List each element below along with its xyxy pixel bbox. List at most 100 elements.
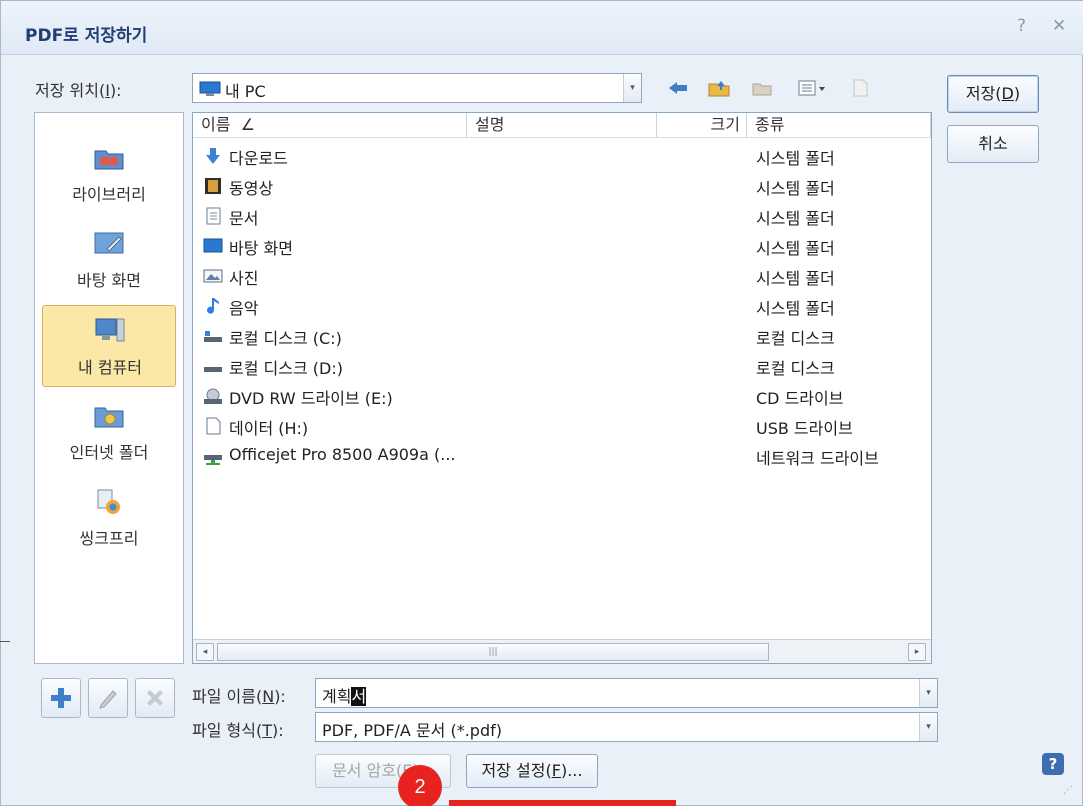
place-label: 인터넷 폴더 (69, 443, 149, 462)
place-label: 라이브러리 (72, 185, 146, 204)
place-library[interactable]: 라이브러리 (42, 133, 176, 215)
filename-selection: 서 (351, 687, 367, 706)
internet-folder-icon (94, 407, 124, 428)
document-icon (206, 207, 221, 225)
file-row-dvd-drive[interactable]: DVD RW 드라이브 (E:) CD 드라이브 (193, 380, 931, 410)
place-internet-folder[interactable]: 인터넷 폴더 (42, 391, 176, 473)
desktop-folder-icon (203, 238, 223, 253)
sort-icon: ∠ (240, 115, 255, 134)
question-icon[interactable]: ? (1042, 753, 1064, 775)
filename-label: 파일 이름(N): (192, 687, 286, 706)
music-icon (207, 298, 219, 314)
file-name: 다운로드 (229, 149, 288, 168)
title-bar: PDF로 저장하기 ? ✕ (1, 1, 1083, 55)
file-name: DVD RW 드라이브 (E:) (229, 389, 393, 408)
delete-button[interactable] (135, 678, 175, 718)
chevron-down-icon[interactable]: ▾ (919, 713, 937, 741)
file-type: CD 드라이브 (756, 389, 844, 408)
video-icon (205, 178, 221, 194)
filetype-select[interactable]: PDF, PDF/A 문서 (*.pdf) ▾ (315, 712, 938, 742)
filetype-value: PDF, PDF/A 문서 (*.pdf) (322, 721, 502, 740)
place-thinkfree[interactable]: 씽크프리 (42, 477, 176, 559)
chevron-down-icon[interactable]: ▾ (623, 74, 641, 102)
filename-field[interactable]: 계획서 ▾ (315, 678, 938, 708)
column-name[interactable]: 이름 ∠ (193, 113, 467, 137)
place-label: 내 컴퓨터 (78, 358, 142, 377)
local-disk-icon (204, 331, 222, 342)
place-my-computer[interactable]: 내 컴퓨터 (42, 305, 176, 387)
my-computer-icon (95, 318, 125, 342)
help-icon[interactable]: ? (1017, 16, 1026, 36)
library-icon (94, 150, 124, 170)
file-row-documents[interactable]: 문서 시스템 폴더 (193, 200, 931, 230)
pencil-icon (99, 690, 117, 709)
file-row-local-disk-d[interactable]: 로컬 디스크 (D:) 로컬 디스크 (193, 350, 931, 380)
location-combo[interactable]: 내 PC ▾ (192, 73, 642, 103)
filename-value: 계획서 (322, 687, 367, 706)
file-name: 데이터 (H:) (229, 419, 309, 438)
edit-button[interactable] (88, 678, 128, 718)
plus-icon (51, 688, 71, 708)
file-type: 시스템 폴더 (756, 299, 835, 318)
file-list[interactable]: 이름 ∠ 설명 크기 종류 다운로드 시스템 폴더 동영상 시스템 폴더 문서 … (192, 112, 932, 664)
file-row-usb-drive[interactable]: 데이터 (H:) USB 드라이브 (193, 410, 931, 440)
save-button[interactable]: 저장(D) (947, 75, 1039, 113)
file-name: 음악 (229, 299, 259, 318)
network-drive-icon (204, 455, 222, 465)
file-row-local-disk-c[interactable]: 로컬 디스크 (C:) 로컬 디스크 (193, 320, 931, 350)
file-type: 시스템 폴더 (756, 149, 835, 168)
dialog-title: PDF로 저장하기 (25, 26, 148, 46)
scroll-left-icon[interactable]: ◂ (196, 643, 214, 661)
file-type: 시스템 폴더 (756, 269, 835, 288)
file-row-download[interactable]: 다운로드 시스템 폴더 (193, 140, 931, 170)
file-name: 바탕 화면 (229, 239, 293, 258)
cancel-button[interactable]: 취소 (947, 125, 1039, 163)
picture-icon (203, 269, 223, 283)
place-label: 바탕 화면 (77, 271, 141, 290)
save-settings-button[interactable]: 저장 설정(F)... (466, 754, 598, 788)
file-type: 네트워크 드라이브 (756, 449, 879, 468)
dvd-drive-icon (204, 388, 222, 404)
new-folder-icon[interactable] (749, 75, 775, 101)
file-row-music[interactable]: 음악 시스템 폴더 (193, 290, 931, 320)
place-label: 씽크프리 (79, 529, 139, 548)
column-type[interactable]: 종류 (747, 113, 931, 137)
file-row-desktop[interactable]: 바탕 화면 시스템 폴더 (193, 230, 931, 260)
left-edge-line (0, 641, 10, 642)
header-divider (193, 137, 931, 138)
file-type: 시스템 폴더 (756, 179, 835, 198)
place-desktop[interactable]: 바탕 화면 (42, 219, 176, 301)
file-name: 동영상 (229, 179, 274, 198)
file-row-network-drive[interactable]: Officejet Pro 8500 A909a (... 네트워크 드라이브 (193, 440, 931, 470)
file-name: 사진 (229, 269, 259, 288)
location-label: 저장 위치(I): (35, 81, 122, 100)
file-row-video[interactable]: 동영상 시스템 폴더 (193, 170, 931, 200)
filetype-label: 파일 형식(T): (192, 721, 284, 740)
file-name: 로컬 디스크 (D:) (229, 359, 343, 378)
file-name: 로컬 디스크 (C:) (229, 329, 342, 348)
scroll-thumb[interactable]: ||| (217, 643, 769, 661)
file-type: USB 드라이브 (756, 419, 853, 438)
usb-drive-icon (206, 417, 221, 435)
computer-icon (199, 81, 221, 96)
back-icon[interactable] (665, 75, 691, 101)
close-icon[interactable]: ✕ (1052, 16, 1066, 36)
horizontal-scrollbar[interactable]: ◂ ||| ▸ (193, 639, 931, 663)
scroll-right-icon[interactable]: ▸ (908, 643, 926, 661)
file-type: 시스템 폴더 (756, 209, 835, 228)
add-button[interactable] (41, 678, 81, 718)
resize-grip-icon[interactable]: ⋰ (1063, 785, 1073, 796)
chevron-down-icon[interactable]: ▾ (919, 679, 937, 707)
column-size[interactable]: 크기 (657, 113, 747, 137)
file-type: 로컬 디스크 (756, 329, 835, 348)
desktop-icon (94, 232, 124, 254)
file-type: 로컬 디스크 (756, 359, 835, 378)
view-menu-icon[interactable] (794, 75, 830, 101)
thinkfree-icon (97, 489, 120, 514)
location-value: 내 PC (225, 82, 266, 101)
file-row-pictures[interactable]: 사진 시스템 폴더 (193, 260, 931, 290)
up-folder-icon[interactable] (706, 75, 732, 101)
local-disk-icon (204, 367, 222, 372)
column-description[interactable]: 설명 (467, 113, 657, 137)
properties-icon[interactable] (847, 75, 873, 101)
